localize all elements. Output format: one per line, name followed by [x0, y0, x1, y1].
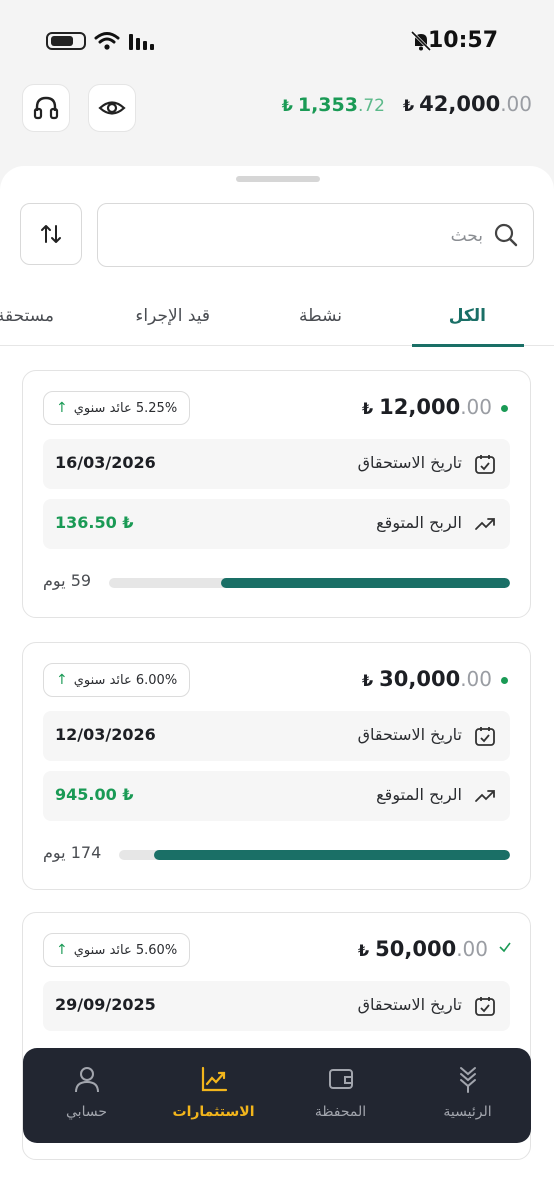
- expected-profit-label: الربح المتوقع: [376, 785, 462, 804]
- expected-profit-row: الربح المتوقع 945.00 ₺: [43, 771, 510, 821]
- sort-icon: [41, 225, 61, 243]
- investment-amount: ₺ 50,000.00: [358, 937, 488, 961]
- maturity-label: تاريخ الاستحقاق: [357, 995, 462, 1014]
- active-status-dot: [501, 405, 508, 412]
- active-tab-indicator: [412, 344, 524, 347]
- currency-symbol: ₺: [358, 941, 370, 960]
- maturity-date: 16/03/2026: [55, 453, 156, 472]
- expected-profit-value: 136.50 ₺: [55, 513, 134, 532]
- tab-all[interactable]: الكل: [449, 306, 486, 326]
- wifi-icon: [94, 32, 120, 50]
- yield-text: 5.60% عائد سنوي: [73, 942, 178, 958]
- yield-badge: 6.00% عائد سنوي ↑: [43, 663, 191, 697]
- calendar-check-icon: [475, 997, 495, 1016]
- nav-account-label: حسابي: [66, 1104, 107, 1120]
- maturity-date: 29/09/2025: [55, 995, 156, 1014]
- currency-symbol: ₺: [403, 96, 415, 115]
- investment-amount: ₺ 12,000.00: [362, 395, 492, 419]
- nav-investments-label: الاستثمارات: [172, 1104, 255, 1120]
- currency-symbol: ₺: [362, 671, 374, 690]
- search-icon: [494, 223, 518, 247]
- eye-icon: [98, 101, 126, 115]
- battery-icon: [46, 32, 86, 50]
- yield-text: 5.25% عائد سنوي: [73, 400, 178, 416]
- maturity-row: تاريخ الاستحقاق 29/09/2025: [43, 981, 510, 1031]
- amount-integer: 12,000: [379, 395, 461, 419]
- active-status-dot: [501, 677, 508, 684]
- amount-decimal: .00: [460, 395, 492, 419]
- progress-bar: [109, 578, 510, 588]
- profit-integer: 1,353: [297, 94, 358, 116]
- tab-matured[interactable]: مستحقة: [0, 306, 54, 326]
- profit-balance: ₺ 1,353.72: [282, 94, 385, 116]
- expected-profit-label: الربح المتوقع: [376, 513, 462, 532]
- arrow-up-icon: ↑: [56, 942, 68, 958]
- check-icon: [499, 942, 511, 953]
- investment-card[interactable]: ₺ 12,000.00 5.25% عائد سنوي ↑ تاريخ الاس…: [22, 370, 531, 618]
- investment-card[interactable]: ₺ 30,000.00 6.00% عائد سنوي ↑ تاريخ الاس…: [22, 642, 531, 890]
- balances: ₺ 1,353.72 ₺ 42,000.00: [282, 92, 532, 124]
- tab-active[interactable]: نشطة: [299, 306, 342, 326]
- investments-sheet: الكل نشطة قيد الإجراء مستحقة ₺ 12,000.00…: [0, 166, 554, 1200]
- amount-decimal: .00: [456, 937, 488, 961]
- wallet-icon: [328, 1069, 353, 1089]
- calendar-check-icon: [475, 455, 495, 474]
- search-box: [97, 203, 534, 267]
- arrow-up-icon: ↑: [56, 400, 68, 416]
- currency-symbol: ₺: [362, 399, 374, 418]
- nav-investments[interactable]: الاستثمارات: [150, 1048, 277, 1143]
- sort-button[interactable]: [20, 203, 82, 265]
- nav-account[interactable]: حسابي: [23, 1048, 150, 1143]
- nav-home[interactable]: الرئيسية: [404, 1048, 531, 1143]
- profit-decimal: .72: [357, 96, 385, 116]
- nav-wallet-label: المحفظة: [314, 1104, 367, 1120]
- tab-in-progress[interactable]: قيد الإجراء: [135, 306, 210, 326]
- total-balance: ₺ 42,000.00: [403, 92, 532, 116]
- progress-fill: [154, 850, 510, 860]
- maturity-row: تاريخ الاستحقاق 12/03/2026: [43, 711, 510, 761]
- yield-badge: 5.60% عائد سنوي ↑: [43, 933, 191, 967]
- expected-profit-value: 945.00 ₺: [55, 785, 134, 804]
- search-input[interactable]: [143, 218, 483, 254]
- investment-amount: ₺ 30,000.00: [362, 667, 492, 691]
- status-time: 10:57: [427, 28, 498, 53]
- maturity-label: تاريخ الاستحقاق: [357, 453, 462, 472]
- user-icon: [74, 1067, 99, 1093]
- progress-fill: [221, 578, 510, 588]
- amount-integer: 30,000: [379, 667, 461, 691]
- progress-bar: [119, 850, 510, 860]
- status-bar: 10:57: [0, 0, 554, 84]
- toggle-visibility-button[interactable]: [88, 84, 136, 132]
- calendar-check-icon: [475, 727, 495, 746]
- nav-home-label: الرئيسية: [443, 1104, 492, 1120]
- headset-icon: [33, 96, 59, 120]
- arrow-up-icon: ↑: [56, 672, 68, 688]
- total-decimal: .00: [500, 92, 532, 116]
- sheet-handle[interactable]: [236, 176, 320, 182]
- yield-badge: 5.25% عائد سنوي ↑: [43, 391, 191, 425]
- bottom-nav: الرئيسية المحفظة الاستثمارات حسابي: [23, 1048, 531, 1143]
- currency-symbol: ₺: [281, 96, 293, 115]
- chart-up-icon: [201, 1066, 227, 1092]
- trending-up-icon: [475, 790, 495, 802]
- filter-tabs: الكل نشطة قيد الإجراء مستحقة: [0, 292, 554, 347]
- maturity-label: تاريخ الاستحقاق: [357, 725, 462, 744]
- home-logo-icon: [459, 1067, 476, 1093]
- trending-up-icon: [475, 518, 495, 530]
- days-remaining: 59 يوم: [43, 571, 92, 590]
- amount-decimal: .00: [460, 667, 492, 691]
- days-remaining: 174 يوم: [43, 843, 102, 862]
- maturity-date: 12/03/2026: [55, 725, 156, 744]
- maturity-row: تاريخ الاستحقاق 16/03/2026: [43, 439, 510, 489]
- yield-text: 6.00% عائد سنوي: [73, 672, 178, 688]
- nav-wallet[interactable]: المحفظة: [277, 1048, 404, 1143]
- expected-profit-row: الربح المتوقع 136.50 ₺: [43, 499, 510, 549]
- total-integer: 42,000: [419, 92, 501, 116]
- signal-icon: [129, 34, 154, 50]
- amount-integer: 50,000: [375, 937, 457, 961]
- support-button[interactable]: [22, 84, 70, 132]
